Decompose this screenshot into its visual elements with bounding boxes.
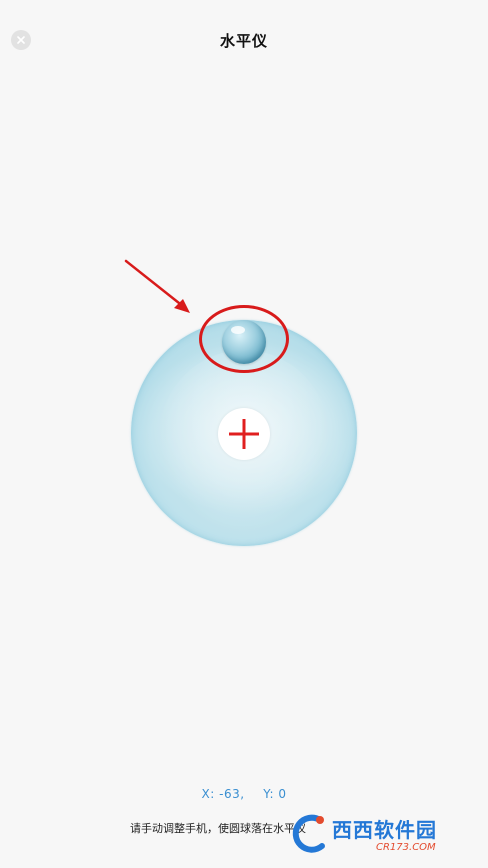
coordinate-readout: X: -63, Y: 0 (0, 787, 488, 801)
watermark: 西西软件园 CR173.COM (290, 808, 480, 860)
plus-icon (229, 419, 259, 449)
y-label: Y: (263, 787, 274, 801)
x-value: -63, (219, 787, 245, 801)
ball-shine (231, 326, 245, 334)
level-area (0, 0, 488, 868)
watermark-site: CR173.COM (376, 842, 436, 853)
level-ball (222, 320, 266, 364)
watermark-brand: 西西软件园 (332, 818, 437, 842)
y-value: 0 (278, 787, 287, 801)
x-label: X: (201, 787, 215, 801)
watermark-logo-icon (292, 814, 325, 853)
annotation-arrow-icon (124, 259, 190, 313)
center-target (218, 408, 270, 460)
instruction-text: 请手动调整手机，使圆球落在水平仪 (130, 822, 306, 835)
